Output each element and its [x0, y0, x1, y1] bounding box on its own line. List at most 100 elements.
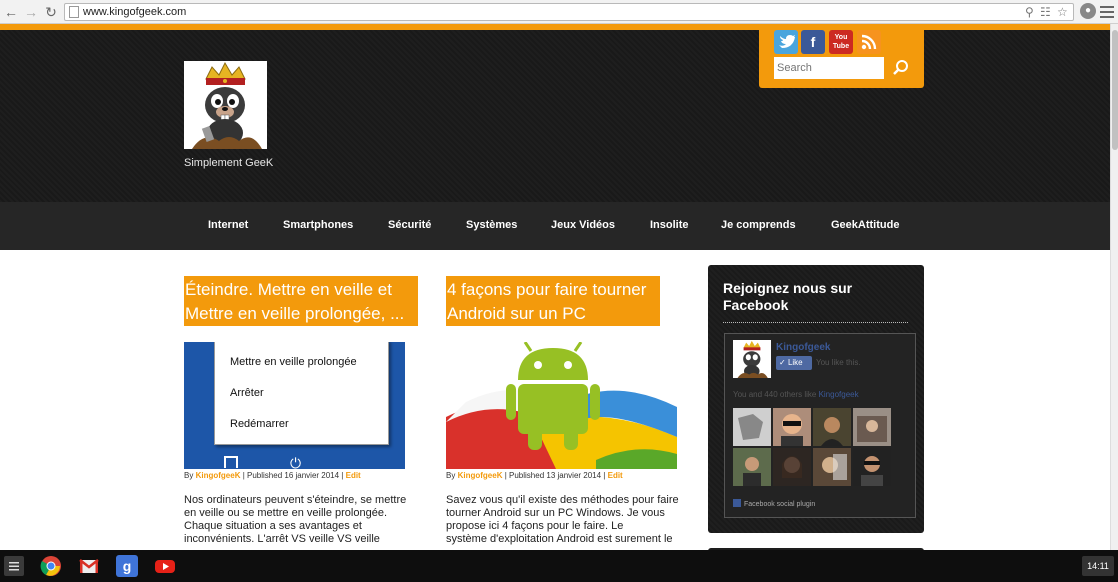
power-menu-popup: Mettre en veille prolongée Arrêter Redém…	[214, 342, 389, 445]
post-title-line: Mettre en veille prolongée, ...	[185, 304, 405, 323]
meta-by: By	[184, 471, 194, 480]
youtube-icon[interactable]	[154, 555, 176, 577]
settings-icon	[224, 456, 238, 468]
facebook-icon[interactable]: f	[801, 30, 825, 54]
post-edit-link[interactable]: Edit	[346, 471, 361, 480]
fb-social-plugin-label: Facebook social plugin	[733, 499, 815, 508]
url-text: www.kingofgeek.com	[83, 6, 187, 18]
nav-item-je-comprends[interactable]: Je comprends	[721, 202, 796, 250]
thumb-check-icon: ✓	[779, 358, 788, 367]
post-meta-2: By KingofgeeK | Published 13 janvier 201…	[446, 471, 623, 480]
post-author-link[interactable]: KingofgeeK	[196, 471, 241, 480]
search-input[interactable]	[774, 57, 884, 79]
menu-item-hibernate: Mettre en veille prolongée	[230, 356, 357, 368]
facebook-like-box: Kingofgeek ✓ Like You like this. You and…	[724, 333, 916, 518]
gmail-icon[interactable]	[78, 555, 100, 577]
search-button[interactable]	[889, 57, 913, 79]
fb-page-avatar[interactable]	[733, 340, 771, 378]
post-title-1[interactable]: Éteindre. Mettre en veille et Mettre en …	[184, 276, 418, 326]
bookmark-star-icon[interactable]: ☆	[1057, 4, 1068, 21]
main-nav: Internet Smartphones Sécurité Systèmes J…	[0, 202, 1110, 250]
page-icon	[69, 6, 79, 18]
site-logo[interactable]	[184, 61, 267, 149]
google-search-icon[interactable]: g	[116, 555, 138, 577]
nav-item-internet[interactable]: Internet	[208, 202, 248, 250]
os-taskbar: g 14:11	[0, 550, 1118, 582]
menu-item-restart: Redémarrer	[230, 418, 289, 430]
page-scrollbar[interactable]	[1110, 24, 1118, 550]
rss-icon[interactable]	[857, 30, 881, 54]
fb-friends-link[interactable]: Kingofgeek	[819, 390, 859, 399]
excerpt-line: Nos ordinateurs peuvent s'éteindre, se m…	[184, 494, 407, 506]
search-icon	[893, 60, 908, 75]
system-clock[interactable]: 14:11	[1082, 556, 1114, 576]
excerpt-line: inconvénients. L'arrêt VS veille VS veil…	[184, 533, 380, 545]
post-title-line: Éteindre. Mettre en veille et	[185, 280, 392, 299]
nav-item-jeux-videos[interactable]: Jeux Vidéos	[551, 202, 615, 250]
nav-item-systemes[interactable]: Systèmes	[466, 202, 517, 250]
nav-item-smartphones[interactable]: Smartphones	[283, 202, 353, 250]
post-edit-link[interactable]: Edit	[608, 471, 623, 480]
fan-avatar[interactable]	[813, 448, 851, 486]
extension-icon[interactable]: ●	[1080, 3, 1096, 19]
fb-like-label: Like	[787, 358, 803, 367]
excerpt-line: tourner Android sur un PC Windows. Je vo…	[446, 507, 665, 519]
facebook-icon	[733, 499, 741, 507]
nav-item-securite[interactable]: Sécurité	[388, 202, 431, 250]
post-meta-1: By KingofgeeK | Published 16 janvier 201…	[184, 471, 361, 480]
main-content: Éteindre. Mettre en veille et Mettre en …	[0, 250, 1110, 558]
excerpt-line: système d'exploitation Android est surem…	[446, 533, 673, 545]
excerpt-line: propose ici 4 façons pour le faire. Le	[446, 520, 624, 532]
nav-item-geekattitude[interactable]: GeekAttitude	[831, 202, 899, 250]
fb-plugin-text: Facebook social plugin	[744, 501, 816, 508]
post-title-line: Android sur un PC	[447, 304, 586, 323]
back-icon[interactable]: ←	[2, 3, 20, 21]
sidebar-title: Rejoignez nous sur Facebook	[723, 280, 908, 323]
chrome-icon[interactable]	[40, 555, 62, 577]
reload-icon[interactable]: ↻	[42, 3, 60, 21]
fan-avatar[interactable]	[853, 408, 891, 446]
scrollbar-thumb[interactable]	[1112, 30, 1118, 150]
post-title-line: 4 façons pour faire tourner	[447, 280, 647, 299]
search-icon[interactable]: ⚲	[1025, 4, 1034, 21]
translate-icon[interactable]: ☷	[1040, 4, 1051, 21]
forward-icon[interactable]: →	[22, 3, 40, 21]
fan-avatar[interactable]	[853, 448, 891, 486]
mole-king-logo-icon	[192, 61, 262, 149]
post-date: | Published 16 janvier 2014 |	[242, 471, 344, 480]
fb-like-button[interactable]: ✓ Like	[776, 356, 812, 370]
excerpt-line: en veille ou se mettre en veille prolong…	[184, 507, 388, 519]
meta-by: By	[446, 471, 456, 480]
power-icon: ⏻	[290, 455, 302, 469]
address-bar[interactable]: www.kingofgeek.com ⚲ ☷ ☆	[64, 3, 1074, 21]
android-windows-illustration-icon	[446, 342, 677, 469]
post-date: | Published 13 janvier 2014 |	[504, 471, 606, 480]
post-title-2[interactable]: 4 façons pour faire tourner Android sur …	[446, 276, 660, 326]
fan-avatar[interactable]	[733, 408, 771, 446]
menu-item-shutdown: Arrêter	[230, 387, 264, 399]
post-image-2[interactable]	[446, 342, 677, 469]
header-social-search-widget: f You Tube	[759, 30, 924, 88]
sidebar-facebook-widget: Rejoignez nous sur Facebook Kingofgeek ✓…	[708, 265, 924, 533]
site-tagline: Simplement GeeK	[184, 157, 274, 169]
post-author-link[interactable]: KingofgeeK	[458, 471, 503, 480]
fan-avatar[interactable]	[773, 408, 811, 446]
fb-likes-text: You like this.	[816, 358, 861, 367]
youtube-icon[interactable]: You Tube	[829, 30, 853, 54]
post-excerpt-2: Savez vous qu'il existe des méthodes pou…	[446, 494, 686, 546]
twitter-icon[interactable]	[774, 30, 798, 54]
browser-toolbar: ← → ↻ www.kingofgeek.com ⚲ ☷ ☆ ●	[0, 0, 1118, 24]
fb-page-name[interactable]: Kingofgeek	[776, 342, 830, 353]
post-excerpt-1: Nos ordinateurs peuvent s'éteindre, se m…	[184, 494, 424, 546]
site-header: Simplement GeeK f You Tube	[0, 30, 1110, 202]
browser-menu-icon[interactable]	[1100, 3, 1114, 19]
nav-item-insolite[interactable]: Insolite	[650, 202, 689, 250]
fan-avatar[interactable]	[773, 448, 811, 486]
fan-avatar[interactable]	[813, 408, 851, 446]
fb-friends-prefix: You and 440 others like	[733, 390, 817, 399]
fb-friends-text: You and 440 others like Kingofgeek	[733, 390, 859, 399]
app-launcher-icon[interactable]	[4, 556, 24, 576]
excerpt-line: Savez vous qu'il existe des méthodes pou…	[446, 494, 679, 506]
post-image-1[interactable]: Mettre en veille prolongée Arrêter Redém…	[184, 342, 405, 469]
fan-avatar[interactable]	[733, 448, 771, 486]
